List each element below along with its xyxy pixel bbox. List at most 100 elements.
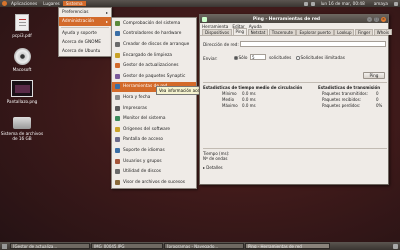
ping-button[interactable]: Ping [363,72,385,79]
requests-label: solicitudes [269,55,292,60]
radio-selected-icon [234,56,238,60]
desktop-icon-pdf[interactable]: pcpi3.pdf [0,14,44,38]
divider [203,148,387,149]
rtt-header: Estadísticas de tiempo medio de circulac… [203,85,302,90]
divider [203,82,387,83]
admin-tool-icon [115,105,120,111]
tab-whois[interactable]: Whois [373,29,392,35]
admin-tool-icon [115,137,120,143]
desktop-icon-label: Pantallazo.png [6,99,38,104]
desktop-icon-filesystem[interactable]: Sistema de archivos de 16 GB [0,117,44,141]
submenu-item[interactable]: Comprobación del sistema [112,18,196,29]
submenu-item[interactable]: Visor de archivos de sucesos [112,177,196,188]
desktop-icon-cd[interactable]: Macosoft [0,48,44,72]
submenu-item[interactable]: Encargado de limpieza [112,50,196,61]
sistema-menu: Preferencias ▸ Administración ▸ Ayuda y so… [58,7,112,57]
menu-item-preferencias[interactable]: Preferencias ▸ [59,8,111,17]
tab-netstat[interactable]: Netstat [247,29,269,35]
submenu-item[interactable]: Monitor del sistema [112,113,196,124]
tx-header: Estadísticas de transmisión [318,85,380,90]
submenu-item[interactable]: Controladores de hardware [112,29,196,40]
menu-herramienta[interactable]: Herramienta [202,24,228,29]
submenu-item[interactable]: Soporte de idiomas [112,145,196,156]
menu-item-acerca-gnome[interactable]: Acerca de GNOME [59,38,111,47]
submenu-item[interactable]: Utilidad de discos [112,166,196,177]
panel-menu-sistema[interactable]: Sistema [62,1,86,6]
rtt-label: Máximo [222,103,238,108]
cd-drive-icon [13,48,31,65]
close-icon[interactable]: × [381,16,386,22]
tab-ping[interactable]: Ping [232,28,248,35]
submenu-item[interactable]: Impresoras [112,103,196,114]
admin-tool-icon [115,52,120,58]
tab-finger[interactable]: Finger [354,29,374,35]
count-spinner[interactable]: 5 [250,54,266,60]
task-ping-window[interactable]: Ping - Herramientas de red [245,243,330,249]
minimize-icon[interactable]: – [367,16,372,22]
tab-lookup[interactable]: Lookup [334,29,355,35]
volume-icon[interactable] [310,1,315,6]
tx-value: 0 [376,91,379,96]
address-input[interactable] [240,41,386,47]
unlimited-radio[interactable]: Solicitudes ilimitadas [296,55,345,60]
top-panel: Aplicaciones Lugares Sistema lun 16 de m… [0,0,400,7]
window-titlebar[interactable]: Ping - Herramientas de red – □ × [200,15,388,23]
tx-value: 0 [376,97,379,102]
panel-menu-lugares[interactable]: Lugares [40,1,63,6]
desktop-icon-screenshot[interactable]: Pantallazo.png [0,80,44,104]
tab-traceroute[interactable]: Traceroute [268,29,296,35]
task-browser[interactable]: [programas - Navegado... [164,243,244,249]
tab-dispositivos[interactable]: Dispositivos [202,29,233,35]
menu-item-label: Acerca de GNOME [62,40,101,45]
hard-drive-icon [13,117,31,129]
menu-ayuda[interactable]: Ayuda [249,24,262,29]
tx-label: Paquetes transmitidos: [322,91,368,96]
submenu-item[interactable]: Pantalla de acceso [112,135,196,146]
submenu-item[interactable]: Gestor de actualizaciones [112,60,196,71]
ubuntu-logo-icon[interactable] [2,1,7,6]
tx-value: 0% [376,103,383,108]
tx-label: Paquetes recibidos: [322,97,361,102]
submenu-item-label: Comprobación del sistema [123,20,181,26]
admin-tool-icon [115,158,120,164]
panel-menu-aplicaciones[interactable]: Aplicaciones [8,1,40,6]
tab-explorar-puerto[interactable]: Explorar puerto [296,29,334,35]
details-label: Detalles [206,165,223,170]
task-image[interactable]: IMG_00045.JPG [91,243,163,249]
task-update-manager[interactable]: [Gestor de actualiza... [10,243,90,249]
network-icon[interactable] [303,1,308,6]
submenu-item[interactable]: Creador de discos de arranque [112,39,196,50]
panel-clock[interactable]: lun 16 de mar, 00:48 [318,1,368,6]
rtt-header-text: Estadísticas de tiempo medio de circulac… [203,85,303,90]
admin-tool-icon [115,147,120,153]
power-icon[interactable] [394,1,398,6]
menu-separator [61,27,109,28]
menu-item-label: Acerca de Ubuntu [62,49,101,54]
submenu-item[interactable]: Usuarios y grupos [112,156,196,167]
show-desktop-icon[interactable] [2,243,7,249]
trash-icon[interactable] [393,243,398,249]
admin-tool-icon [115,20,120,26]
submenu-item[interactable]: Gestor de paquetes Synaptic [112,71,196,82]
submenu-item-label: Hora y fecha [123,94,151,100]
maximize-icon[interactable]: □ [374,16,379,22]
admin-tool-icon [115,31,120,37]
send-label: Enviar: [203,56,218,61]
menu-item-ayuda[interactable]: Ayuda y soporte [59,29,111,38]
rtt-label: Medio [222,97,235,102]
admin-tool-icon [115,41,120,47]
menu-item-acerca-ubuntu[interactable]: Acerca de Ubuntu [59,47,111,56]
menu-item-administracion[interactable]: Administración ▸ [59,17,111,26]
desktop-icon-label: Macosoft [12,67,32,72]
unlimited-label: Solicitudes ilimitadas [300,55,345,60]
menu-item-label: Ayuda y soporte [62,31,97,36]
admin-tool-icon [115,84,120,90]
rtt-value: 0.0 ms [242,103,256,108]
panel-user[interactable]: amaya [371,1,391,6]
bottom-taskbar: [Gestor de actualiza... IMG_00045.JPG [p… [0,242,400,250]
only-radio[interactable]: Sólo [234,55,247,60]
details-expander[interactable]: ▸ Detalles [203,165,223,170]
administracion-submenu: Comprobación del sistema Controladores de… [111,17,197,189]
desktop-icon-label: Sistema de archivos de 16 GB [0,131,44,141]
submenu-item[interactable]: Orígenes del software [112,124,196,135]
